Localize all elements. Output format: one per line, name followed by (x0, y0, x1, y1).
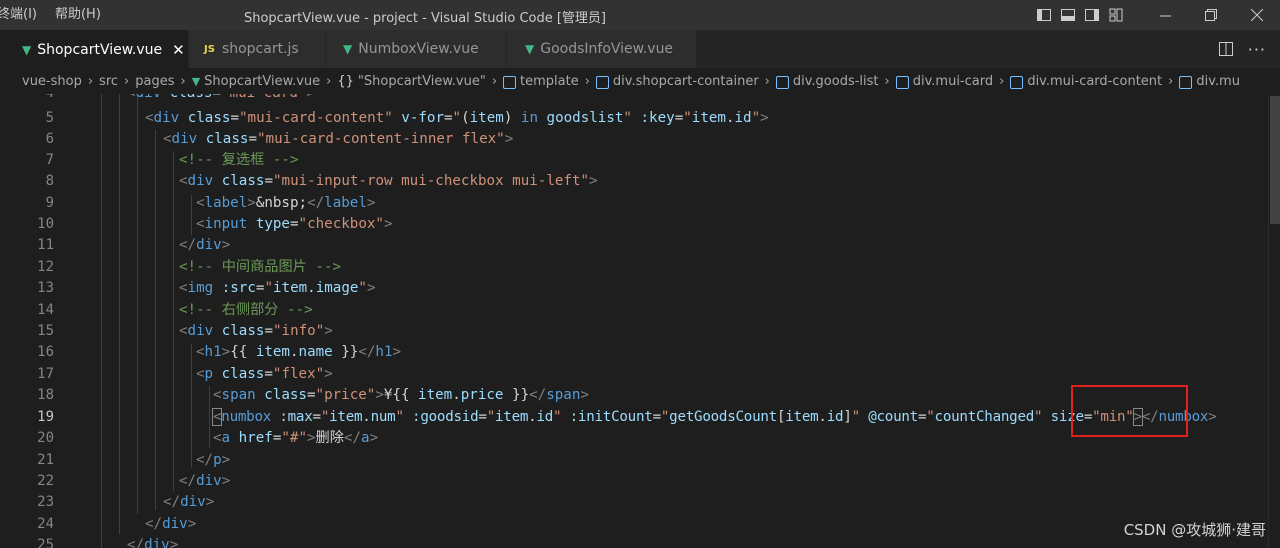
vue-icon: ▼ (343, 42, 353, 56)
tab-shopcartview[interactable]: ▼ ShopcartView.vue ✕ (0, 30, 189, 68)
breadcrumb-item[interactable]: vue-shop (22, 74, 82, 89)
element-icon (895, 75, 909, 89)
code-line: 5 <div class="mui-card-content" v-for="(i… (45, 110, 769, 126)
code-line: 10 <input type="checkbox"> (37, 216, 393, 232)
scrollbar-thumb[interactable] (1270, 96, 1280, 224)
code-editor[interactable]: 4<div class="mui-card"> 5<div class="mui… (0, 94, 1268, 548)
breadcrumb-item[interactable]: div.mui-card (913, 74, 993, 89)
breadcrumb-item[interactable]: div.goods-list (793, 74, 879, 89)
code-line: 17 <p class="flex"> (37, 366, 333, 382)
customize-layout-icon[interactable] (1108, 7, 1124, 23)
breadcrumb-item[interactable]: "ShopcartView.vue" (358, 74, 486, 89)
breadcrumb-item[interactable]: div.mui-card-content (1027, 74, 1162, 89)
breadcrumb: vue-shop › src › pages › ▼ ShopcartView.vue ›… (0, 68, 1280, 94)
breadcrumb-item[interactable]: src (99, 74, 118, 89)
code-line: 13 <img :src="item.image"> (37, 280, 376, 296)
breadcrumb-item[interactable]: pages (135, 74, 174, 89)
vue-icon: ▼ (22, 42, 32, 57)
restore-icon (1205, 9, 1217, 21)
code-line: 12 <!-- 中间商品图片 --> (37, 259, 341, 275)
editor-tab-bar: ▼ ShopcartView.vue ✕ JS shopcart.js ▼ Nu… (0, 30, 1280, 68)
element-icon (595, 75, 609, 89)
code-line: 9 <label>&nbsp;</label> (45, 195, 376, 211)
code-line: 23 </div> (37, 494, 215, 510)
window-controls (1036, 0, 1280, 30)
code-line: 16 <h1>{{ item.name }}</h1> (37, 344, 402, 360)
code-line: 7 <!-- 复选框 --> (45, 152, 299, 168)
breadcrumb-item[interactable]: template (520, 74, 579, 89)
close-window-button[interactable] (1234, 0, 1280, 30)
vue-icon: ▼ (525, 42, 535, 56)
code-line: 14 <!-- 右侧部分 --> (37, 302, 313, 318)
toggle-panel-icon[interactable] (1060, 7, 1076, 23)
vue-icon: ▼ (191, 74, 201, 88)
title-bar: 终端(I) 帮助(H) ShopcartView.vue - project -… (0, 0, 1280, 30)
element-icon (1010, 75, 1024, 89)
split-editor-icon[interactable] (1218, 41, 1234, 57)
close-tab-icon[interactable]: ✕ (172, 41, 185, 59)
code-line: 11 </div> (37, 237, 231, 253)
code-line: 6 <div class="mui-card-content-inner flex… (45, 131, 514, 147)
annotation-highlight-box (1071, 385, 1188, 437)
tab-label: NumboxView.vue (358, 41, 479, 57)
element-icon (503, 75, 517, 89)
breadcrumb-item[interactable]: ShopcartView.vue (204, 74, 320, 89)
code-line: 24 </div> (37, 516, 197, 532)
tab-label: ShopcartView.vue (37, 41, 163, 58)
more-actions-icon[interactable]: ··· (1248, 40, 1266, 59)
code-line: 8 <div class="mui-input-row mui-checkbox … (45, 173, 598, 189)
toggle-primary-sidebar-icon[interactable] (1036, 7, 1052, 23)
watermark: CSDN @攻城狮·建哥 (1123, 521, 1266, 539)
tab-shopcart-js[interactable]: JS shopcart.js (189, 30, 326, 68)
code-line: 25 </div> (37, 537, 179, 548)
tab-label: shopcart.js (221, 41, 299, 57)
element-icon (775, 75, 789, 89)
code-line: 15 <div class="info"> (37, 323, 333, 339)
toggle-secondary-sidebar-icon[interactable] (1084, 7, 1100, 23)
breadcrumb-item[interactable]: div.shopcart-container (613, 74, 759, 89)
tab-goodsinfoview[interactable]: ▼ GoodsInfoView.vue (507, 30, 697, 68)
window-title: ShopcartView.vue - project - Visual Stud… (243, 11, 607, 26)
braces-icon: {} (337, 73, 354, 89)
close-icon (1251, 9, 1263, 21)
minimize-icon (1159, 15, 1171, 16)
code-line: 21 </p> (37, 452, 231, 468)
breadcrumb-item[interactable]: div.mu (1196, 74, 1240, 89)
element-icon (1179, 75, 1193, 89)
code-line: 22 </div> (37, 473, 231, 489)
js-icon: JS (204, 43, 215, 55)
minimize-button[interactable] (1142, 0, 1188, 30)
tab-label: GoodsInfoView.vue (540, 41, 674, 57)
code-line: 4<div class="mui-card"> (0, 94, 1268, 104)
restore-button[interactable] (1188, 0, 1234, 30)
tab-numboxview[interactable]: ▼ NumboxView.vue (326, 30, 507, 68)
